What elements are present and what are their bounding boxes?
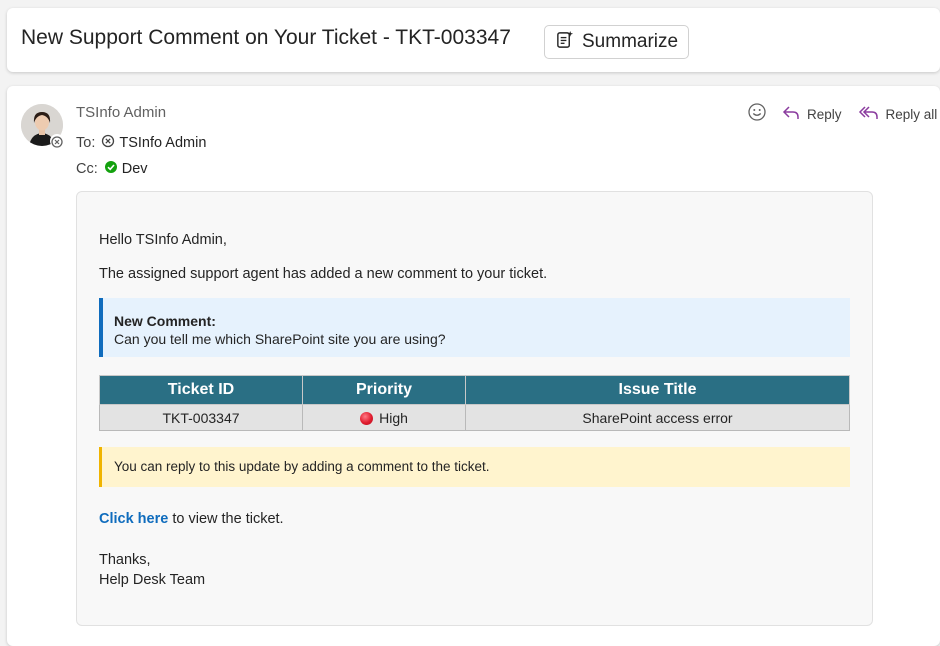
reply-note-text: You can reply to this update by adding a… <box>114 459 490 474</box>
comment-text: Can you tell me which SharePoint site yo… <box>114 331 446 347</box>
comment-heading: New Comment: <box>114 313 216 329</box>
priority-value: High <box>379 409 408 426</box>
cc-label: Cc: <box>76 161 98 177</box>
view-ticket-link[interactable]: Click here <box>99 511 168 527</box>
ticket-table: Ticket ID Priority Issue Title TKT-00334… <box>99 375 850 431</box>
to-label: To: <box>76 135 96 151</box>
closing-text: Thanks, <box>99 552 151 568</box>
reply-all-label: Reply all <box>885 107 938 122</box>
summarize-button[interactable]: Summarize <box>544 25 690 59</box>
priority-high-icon <box>360 411 374 425</box>
subject-header: New Support Comment on Your Ticket - TKT… <box>7 8 940 72</box>
cell-priority: High <box>302 404 466 431</box>
greeting: Hello TSInfo Admin, <box>99 232 227 248</box>
message-actions: Reply Reply all <box>747 102 937 127</box>
cc-line: Cc: Dev <box>76 160 148 178</box>
summarize-icon <box>555 30 574 55</box>
header-issue-title: Issue Title <box>465 375 850 405</box>
reply-all-icon <box>858 104 880 125</box>
reply-all-button[interactable]: Reply all <box>858 104 938 125</box>
new-comment-box: New Comment: Can you tell me which Share… <box>99 298 850 357</box>
reply-icon <box>781 104 801 125</box>
cell-issue-title: SharePoint access error <box>465 404 850 431</box>
email-subject: New Support Comment on Your Ticket - TKT… <box>21 26 511 49</box>
summarize-label: Summarize <box>582 31 679 52</box>
reply-button[interactable]: Reply <box>781 104 842 125</box>
cell-ticket-id: TKT-003347 <box>99 404 303 431</box>
presence-unknown-icon <box>50 134 64 148</box>
view-ticket-line: Click here to view the ticket. <box>99 511 284 527</box>
view-ticket-suffix: to view the ticket. <box>168 511 284 527</box>
message-card: TSInfo Admin To: TSInfo Admin Cc: Dev Re… <box>7 86 940 646</box>
table-row: TKT-003347 High SharePoint access error <box>99 404 850 431</box>
to-recipient[interactable]: TSInfo Admin <box>119 135 206 151</box>
signature-text: Help Desk Team <box>99 572 206 588</box>
table-header-row: Ticket ID Priority Issue Title <box>99 375 850 405</box>
presence-offline-icon <box>101 134 115 152</box>
to-line: To: TSInfo Admin <box>76 134 206 152</box>
emoji-react-icon[interactable] <box>747 102 767 127</box>
intro-text: The assigned support agent has added a n… <box>99 266 548 282</box>
presence-available-icon <box>104 160 118 178</box>
header-priority: Priority <box>302 375 466 405</box>
email-body: Hello TSInfo Admin, The assigned support… <box>76 191 873 626</box>
reply-note-box: You can reply to this update by adding a… <box>99 447 850 487</box>
sender-name[interactable]: TSInfo Admin <box>76 104 166 121</box>
reply-label: Reply <box>807 107 842 122</box>
cc-recipient[interactable]: Dev <box>122 161 148 177</box>
header-ticket-id: Ticket ID <box>99 375 303 405</box>
